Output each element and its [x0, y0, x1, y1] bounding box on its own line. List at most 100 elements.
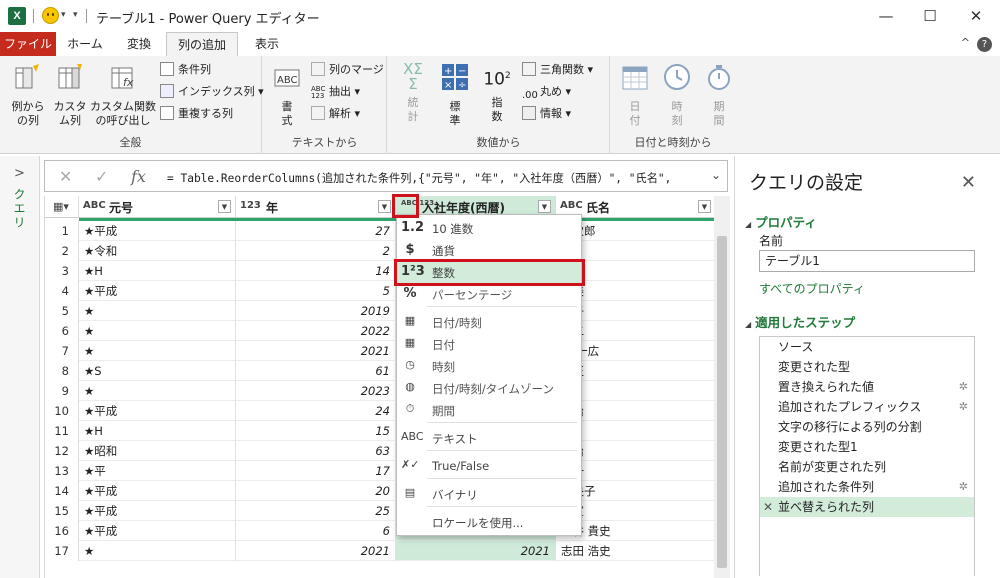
tab-add-column[interactable]: 列の追加 [166, 32, 238, 56]
index-column-button[interactable]: インデックス列 ▾ [160, 84, 264, 102]
cell-name[interactable]: 志田 浩史 [556, 541, 730, 561]
cell-era[interactable]: ★平成 [79, 501, 236, 521]
cell-year[interactable]: 15 [236, 421, 396, 441]
cell-year[interactable]: 24 [236, 401, 396, 421]
cell-era[interactable]: ★昭和 [79, 441, 236, 461]
row-number[interactable]: 7 [45, 341, 79, 361]
table-menu-header[interactable]: ▦▾ [45, 196, 79, 218]
step-settings-gear-icon[interactable]: ✲ [959, 397, 968, 417]
row-number[interactable]: 5 [45, 301, 79, 321]
applied-step[interactable]: 置き換えられた値 ✲ [760, 377, 974, 397]
menu-item-datetime[interactable]: ▦ 日付/時刻 [397, 311, 581, 333]
invoke-custom-function-button[interactable]: fx カスタム関数 の呼び出し [90, 62, 156, 128]
cell-era[interactable]: ★S [79, 361, 236, 381]
collapse-ribbon-icon[interactable]: ^ [961, 36, 970, 49]
time-button[interactable]: 時 刻 [659, 62, 695, 128]
cell-year[interactable]: 14 [236, 261, 396, 281]
statistics-button[interactable]: XΣ Σ 統 計 [396, 62, 430, 124]
cell-name[interactable]: 奈央子 [556, 481, 730, 501]
cell-era[interactable]: ★平成 [79, 221, 236, 241]
cell-era[interactable]: ★平成 [79, 281, 236, 301]
row-number[interactable]: 16 [45, 521, 79, 541]
queries-pane-label[interactable]: クエリ [11, 188, 28, 230]
parse-button[interactable]: 解析 ▾ [311, 106, 360, 124]
cell-year[interactable]: 5 [236, 281, 396, 301]
menu-item-text[interactable]: ABC テキスト [397, 427, 581, 449]
minimize-button[interactable]: — [864, 4, 908, 28]
row-number[interactable]: 10 [45, 401, 79, 421]
cell-era[interactable]: ★H [79, 421, 236, 441]
cell-year[interactable]: 2019 [236, 301, 396, 321]
cancel-formula-icon[interactable]: ✕ [59, 167, 72, 186]
format-button[interactable]: ABC 書 式 [269, 62, 305, 128]
row-number[interactable]: 14 [45, 481, 79, 501]
row-number[interactable]: 15 [45, 501, 79, 521]
menu-item-binary[interactable]: ▤ バイナリ [397, 483, 581, 505]
tab-file[interactable]: ファイル [0, 32, 56, 56]
cell-year[interactable]: 25 [236, 501, 396, 521]
row-number[interactable]: 8 [45, 361, 79, 381]
whole-number-type-icon[interactable]: 123 [240, 200, 261, 211]
cell-era[interactable]: ★令和 [79, 241, 236, 261]
merge-columns-button[interactable]: 列のマージ [311, 62, 384, 80]
applied-step[interactable]: 変更された型1 [760, 437, 974, 457]
cell-name[interactable]: 栄治 [556, 401, 730, 421]
collapse-triangle-icon[interactable]: ◢ [745, 320, 751, 329]
custom-column-button[interactable]: カスタ ム列 [52, 62, 88, 128]
cell-name[interactable]: 慶治 [556, 441, 730, 461]
expand-queries-icon[interactable]: > [14, 166, 25, 181]
cell-name[interactable]: 聡 [556, 421, 730, 441]
formula-input[interactable]: = Table.ReorderColumns(追加された条件列,{"元号", "… [167, 170, 671, 186]
scrollbar-thumb[interactable] [717, 236, 727, 568]
filter-dropdown-icon[interactable]: ▼ [218, 200, 231, 213]
menu-item-percentage[interactable]: % パーセンテージ [397, 283, 581, 305]
row-number[interactable]: 11 [45, 421, 79, 441]
cell-year[interactable]: 2021 [236, 541, 396, 561]
tab-transform[interactable]: 変換 [114, 32, 164, 56]
menu-item-true-false[interactable]: ✗✓ True/False [397, 455, 581, 477]
smiley-feedback-icon[interactable] [42, 7, 59, 24]
collapse-triangle-icon[interactable]: ◢ [745, 220, 751, 229]
filter-dropdown-icon[interactable]: ▼ [378, 200, 391, 213]
duration-button[interactable]: 期 間 [701, 62, 737, 128]
cell-era[interactable]: ★ [79, 381, 236, 401]
close-window-button[interactable]: ✕ [954, 4, 998, 28]
cell-era[interactable]: ★H [79, 261, 236, 281]
all-properties-link[interactable]: すべてのプロパティ [759, 280, 865, 297]
applied-step[interactable]: 追加された条件列 ✲ [760, 477, 974, 497]
tab-home[interactable]: ホーム [60, 32, 110, 56]
column-from-examples-button[interactable]: 例から の列 [6, 62, 50, 128]
applied-step[interactable]: 文字の移行による列の分割 [760, 417, 974, 437]
cell-year[interactable]: 2021 [236, 341, 396, 361]
applied-step[interactable]: ✕ 並べ替えられた列 [760, 497, 974, 517]
step-settings-gear-icon[interactable]: ✲ [959, 477, 968, 497]
row-number[interactable]: 17 [45, 541, 79, 561]
fx-icon[interactable]: fx [131, 167, 146, 186]
column-header-era[interactable]: ABC 元号 ▼ [79, 196, 236, 218]
cell-era[interactable]: ★平成 [79, 481, 236, 501]
tab-view[interactable]: 表示 [242, 32, 292, 56]
menu-item-currency[interactable]: $ 通貨 [397, 239, 581, 261]
qat-customize-icon[interactable]: ▾ [73, 10, 78, 20]
conditional-column-button[interactable]: 条件列 [160, 62, 211, 80]
cell-name[interactable]: 孝宣 [556, 501, 730, 521]
menu-item-duration[interactable]: ⏱ 期間 [397, 399, 581, 421]
date-button[interactable]: 日 付 [617, 62, 653, 128]
cell-era[interactable]: ★ [79, 541, 236, 561]
cell-name[interactable]: 塩谷 貴史 [556, 521, 730, 541]
cell-name[interactable]: 賢次郎 [556, 221, 730, 241]
query-name-input[interactable]: テーブル1 [759, 250, 975, 272]
cell-name[interactable]: 悦子 [556, 301, 730, 321]
cell-name[interactable]: 昴 [556, 241, 730, 261]
filter-dropdown-icon[interactable]: ▼ [698, 200, 711, 213]
expand-formula-icon[interactable]: ⌄ [711, 168, 721, 182]
cell-era[interactable]: ★平成 [79, 521, 236, 541]
text-type-icon[interactable]: ABC [560, 200, 583, 211]
text-type-icon[interactable]: ABC [83, 200, 106, 211]
row-number[interactable]: 6 [45, 321, 79, 341]
table-icon[interactable]: ▦▾ [53, 200, 69, 213]
standard-button[interactable]: + − × ÷ 標 準 [438, 62, 472, 128]
cell-era[interactable]: ★ [79, 341, 236, 361]
column-header-year[interactable]: 123 年 ▼ [236, 196, 396, 218]
properties-section[interactable]: ◢ プロパティ [745, 212, 817, 231]
